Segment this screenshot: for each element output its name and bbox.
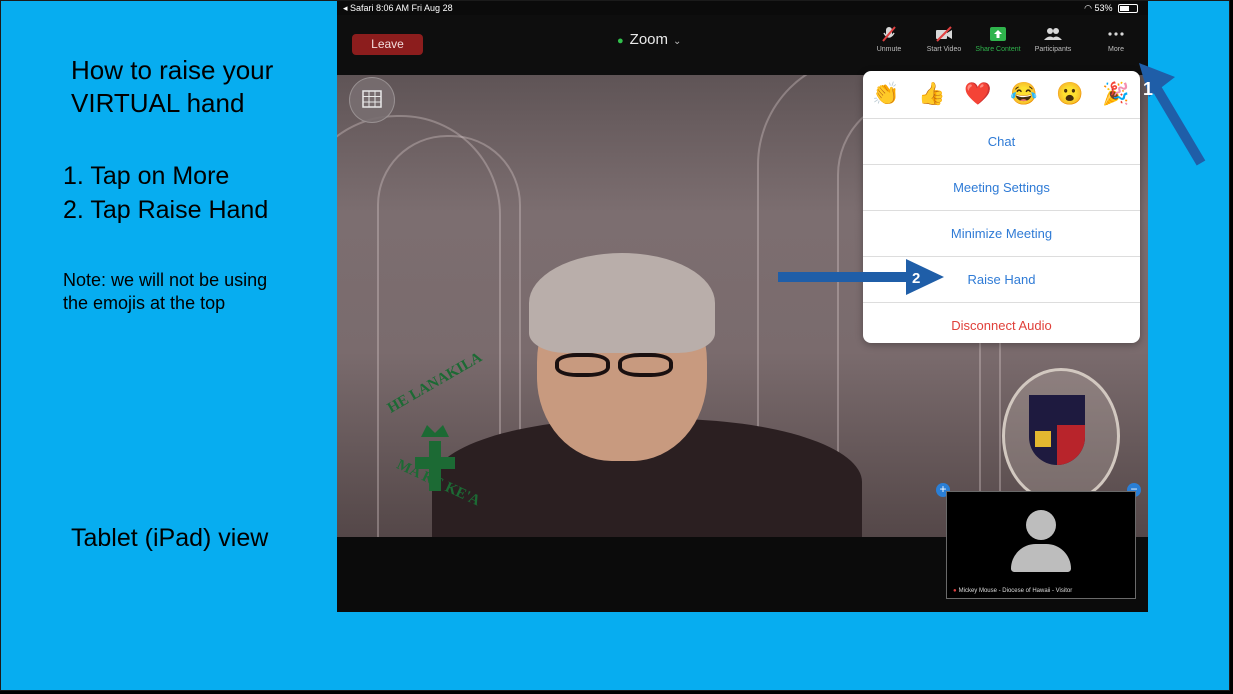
start-video-button[interactable]: Start Video [917, 25, 971, 65]
party-emoji-button[interactable]: 🎉 [1102, 80, 1130, 108]
crown-cross-emblem [415, 425, 455, 491]
surprised-emoji-button[interactable]: 😮 [1056, 80, 1084, 108]
meeting-title: Zoom [629, 31, 668, 48]
callout-arrow-1: 1 [1139, 63, 1206, 166]
video-off-icon [936, 26, 952, 42]
heart-emoji-button[interactable]: ❤️ [964, 80, 992, 108]
slide: How to raise your VIRTUAL hand 1. Tap on… [0, 0, 1230, 691]
status-right: ◠ 53% [1084, 1, 1138, 15]
callout-label-2: 2 [912, 270, 920, 287]
menu-item-minimize-meeting[interactable]: Minimize Meeting [863, 211, 1140, 257]
callout-arrow-2: 2 [778, 259, 944, 295]
start-video-label: Start Video [926, 46, 962, 53]
battery-percent: 53% [1094, 3, 1113, 13]
more-label: More [1108, 46, 1124, 53]
battery-icon [1118, 4, 1138, 14]
wifi-icon: ◠ [1084, 3, 1092, 13]
meeting-title-button[interactable]: ● Zoom ⌄ [617, 31, 681, 48]
mic-muted-icon [882, 26, 896, 42]
unmute-button[interactable]: Unmute [862, 25, 916, 65]
menu-item-meeting-settings[interactable]: Meeting Settings [863, 165, 1140, 211]
diocese-crest [1029, 395, 1085, 465]
thumbnail-name: ● Mickey Mouse - Diocese of Hawaii - Visi… [953, 588, 1072, 594]
avatar-body [1011, 544, 1071, 572]
callout-label-1: 1 [1143, 79, 1153, 99]
shield-icon: ● [617, 35, 624, 47]
status-left: ◂ Safari 8:06 AM Fri Aug 28 [343, 3, 453, 13]
instruction-steps: 1. Tap on More 2. Tap Raise Hand [63, 162, 269, 224]
share-screen-icon [990, 27, 1006, 41]
thumbs-up-emoji-button[interactable]: 👍 [918, 80, 946, 108]
clap-emoji-button[interactable]: 👏 [872, 80, 900, 108]
more-icon [1108, 32, 1124, 36]
unmute-label: Unmute [876, 46, 902, 53]
speaker-hair [529, 253, 715, 353]
zoom-toolbar: Leave ● Zoom ⌄ Unmute Start Video Share … [337, 15, 1148, 75]
reaction-emoji-row: 👏 👍 ❤️ 😂 😮 🎉 [863, 71, 1140, 119]
self-view-thumbnail[interactable]: ● Mickey Mouse - Diocese of Hawaii - Visi… [946, 491, 1136, 599]
participants-label: Participants [1034, 46, 1072, 53]
menu-item-chat[interactable]: Chat [863, 119, 1140, 165]
share-content-button[interactable]: Share Content [971, 25, 1025, 65]
leave-button[interactable]: Leave [352, 34, 423, 55]
gallery-view-button[interactable] [349, 77, 395, 123]
more-menu-popup: 👏 👍 ❤️ 😂 😮 🎉 Chat Meeting Settings Minim… [863, 71, 1140, 343]
mic-muted-icon: ● [953, 588, 957, 594]
joy-emoji-button[interactable]: 😂 [1010, 80, 1038, 108]
ios-status-bar: ◂ Safari 8:06 AM Fri Aug 28 ◠ 53% [337, 1, 1148, 15]
chevron-down-icon: ⌄ [673, 36, 682, 47]
speaker-glasses [555, 353, 691, 379]
share-content-label: Share Content [975, 46, 1021, 53]
participant-name: Mickey Mouse - Diocese of Hawaii - Visit… [958, 588, 1073, 594]
participants-button[interactable]: Participants [1026, 25, 1080, 65]
instruction-note: Note: we will not be using the emojis at… [63, 270, 268, 313]
menu-item-disconnect-audio[interactable]: Disconnect Audio [863, 303, 1140, 343]
slide-title: How to raise your VIRTUAL hand [71, 55, 274, 118]
participants-icon [1044, 28, 1062, 40]
view-caption: Tablet (iPad) view [71, 524, 269, 552]
avatar [1026, 510, 1056, 540]
grid-icon [362, 90, 382, 108]
